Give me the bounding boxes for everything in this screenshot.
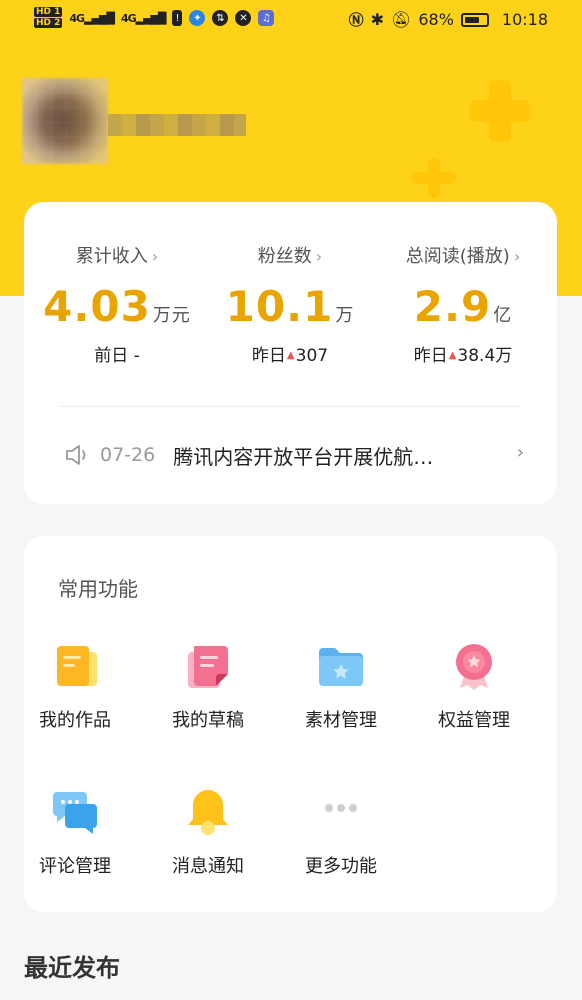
stat-value: 10.1 xyxy=(225,282,334,331)
function-label: 我的草稿 xyxy=(172,710,244,731)
stat-label: 粉丝数 xyxy=(257,246,312,267)
data-transfer-icon: ⇅ xyxy=(212,10,229,26)
function-label: 素材管理 xyxy=(305,710,377,731)
chevron-right-icon: › xyxy=(513,247,521,266)
function-label: 权益管理 xyxy=(438,710,510,731)
stat-sub-prefix: 昨日 xyxy=(413,346,448,366)
stat-sub-value: 38.4万 xyxy=(457,346,513,366)
sim-icon: ! xyxy=(172,10,183,26)
function-my-works[interactable]: 我的作品 xyxy=(15,640,135,732)
app-icon: ✦ xyxy=(189,10,206,26)
stat-sub-prefix: 昨日 xyxy=(251,346,286,366)
function-materials[interactable]: 素材管理 xyxy=(281,640,401,732)
stat-fans[interactable]: 粉丝数 › 10.1 万 昨日▲307 xyxy=(205,242,375,366)
battery-icon xyxy=(460,12,489,27)
badge-icon xyxy=(448,640,500,692)
recent-posts-title: 最近发布 xyxy=(24,954,120,982)
stat-label: 累计收入 xyxy=(75,246,148,267)
stat-income[interactable]: 累计收入 › 4.03 万元 前日 - xyxy=(32,242,202,366)
stat-unit: 亿 xyxy=(493,305,513,326)
function-comments[interactable]: 评论管理 xyxy=(15,786,135,878)
bluetooth-icon: ✱ xyxy=(370,10,385,29)
chevron-right-icon: › xyxy=(516,442,524,463)
music-icon: ♫ xyxy=(258,10,275,26)
announcement-text: 腾讯内容开放平台开展优航… xyxy=(173,444,434,469)
battery-percent: 68% xyxy=(418,10,454,29)
bell-icon xyxy=(182,786,234,838)
function-rights[interactable]: 权益管理 xyxy=(414,640,534,732)
stat-sub: 前日 - xyxy=(94,346,140,366)
stat-value: 4.03 xyxy=(43,282,151,331)
signal-icon: 4G▂▄▆█ xyxy=(69,11,115,25)
clock: 10:18 xyxy=(501,10,548,29)
function-more[interactable]: 更多功能 xyxy=(281,786,401,878)
speaker-icon xyxy=(66,445,86,465)
more-icon xyxy=(315,786,367,838)
decoration xyxy=(489,80,511,142)
up-arrow-icon: ▲ xyxy=(286,350,295,361)
announcement-date: 07-26 xyxy=(100,444,156,466)
function-label: 评论管理 xyxy=(39,856,111,877)
stats-card: 累计收入 › 4.03 万元 前日 - 粉丝数 › 10.1 万 昨日▲307 总阅读(… xyxy=(24,202,557,504)
avatar[interactable] xyxy=(22,78,108,164)
comment-icon xyxy=(49,786,101,838)
up-arrow-icon: ▲ xyxy=(448,350,457,361)
works-icon xyxy=(49,640,101,692)
decoration xyxy=(428,158,440,198)
user-name xyxy=(108,114,246,136)
stat-value: 2.9 xyxy=(413,282,492,331)
stat-label: 总阅读(播放) xyxy=(405,246,510,267)
function-label: 更多功能 xyxy=(305,856,377,877)
chevron-right-icon: › xyxy=(151,247,159,266)
function-label: 消息通知 xyxy=(172,856,244,877)
status-bar: HD 1 HD 2 4G▂▄▆█ 4G▂▄▆█ ! ✦ ⇅ ✕ ♫ Ⓝ ✱ 🔕︎ … xyxy=(0,0,582,40)
chevron-right-icon: › xyxy=(315,247,323,266)
nfc-icon: Ⓝ xyxy=(348,11,364,29)
app-icon: ✕ xyxy=(235,10,252,26)
signal-icon: 4G▂▄▆█ xyxy=(120,11,167,25)
stat-unit: 万元 xyxy=(152,305,191,326)
divider xyxy=(60,406,520,407)
function-label: 我的作品 xyxy=(39,710,111,731)
stat-reads[interactable]: 总阅读(播放) › 2.9 亿 昨日▲38.4万 xyxy=(378,242,548,366)
hd-indicator: HD 1 HD 2 xyxy=(34,7,63,28)
drafts-icon xyxy=(182,640,234,692)
mute-icon: 🔕︎ xyxy=(391,10,412,29)
folder-icon xyxy=(315,640,367,692)
function-notifications[interactable]: 消息通知 xyxy=(148,786,268,878)
function-my-drafts[interactable]: 我的草稿 xyxy=(148,640,268,732)
functions-card: 常用功能 我的作品 我的草稿 素材管理 权益管理 评论管理 消息通知 更多功能 xyxy=(24,536,557,912)
announcement-bar[interactable]: 07-26 腾讯内容开放平台开展优航… › xyxy=(64,440,524,470)
stat-unit: 万 xyxy=(335,305,355,326)
functions-title: 常用功能 xyxy=(58,577,138,601)
stat-sub-value: 307 xyxy=(295,346,329,366)
